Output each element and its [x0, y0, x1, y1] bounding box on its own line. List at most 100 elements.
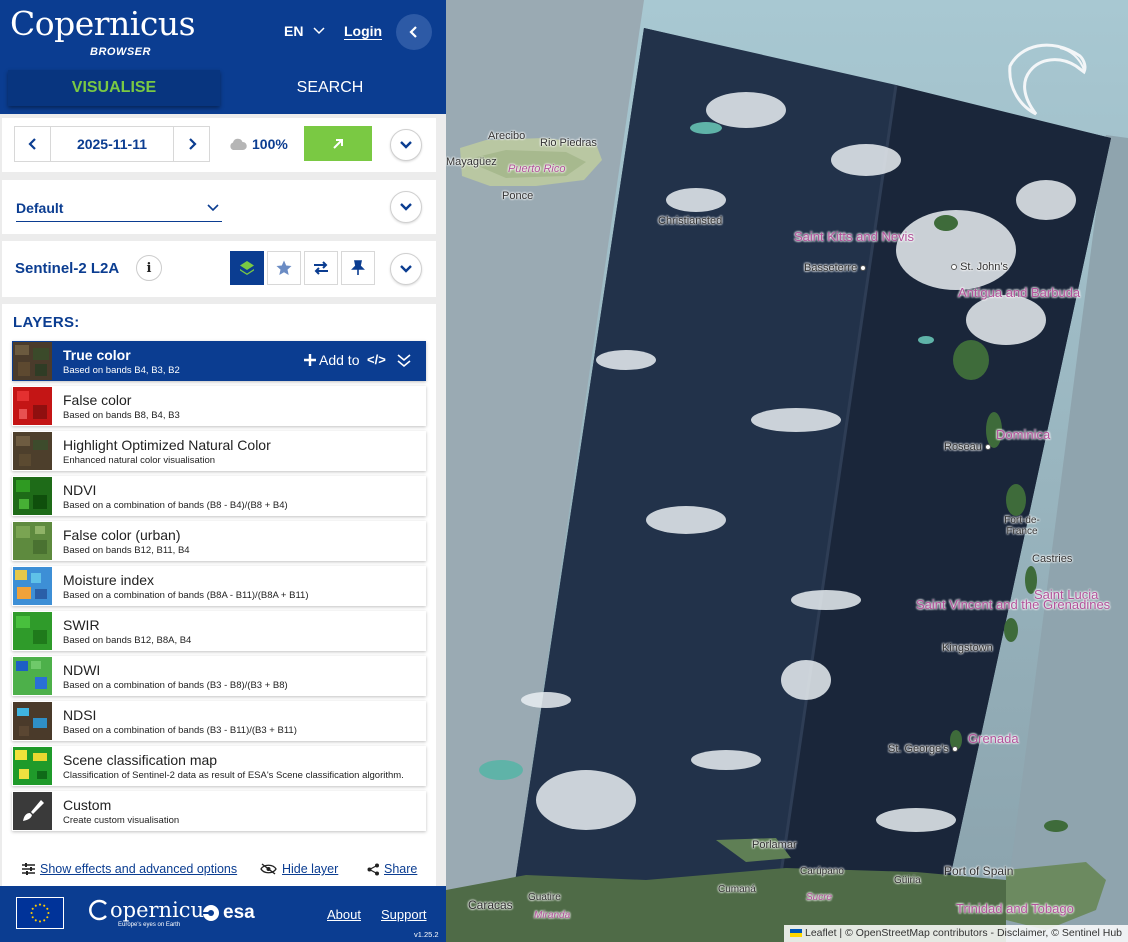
- esa-text: esa: [223, 902, 255, 923]
- highlight-optimized-thumbnail: [13, 432, 52, 470]
- support-link[interactable]: Support: [381, 907, 427, 922]
- dataset-title: Sentinel-2 L2A: [15, 260, 120, 277]
- layer-scene-classification[interactable]: Scene classification map Classification …: [12, 746, 426, 786]
- sidebar: Copernicus BROWSER EN Login VISUALISE SE…: [0, 0, 446, 942]
- add-to-button[interactable]: Add to: [304, 352, 359, 368]
- st-georges-text: St. George's: [888, 743, 949, 755]
- map-view[interactable]: Arecibo Rio Piedras Mayagüez Puerto Rico…: [446, 0, 1128, 942]
- layer-swir[interactable]: SWIR Based on bands B12, B8A, B4: [12, 611, 426, 651]
- city-dot-icon: [951, 264, 957, 271]
- eye-slash-icon: [260, 863, 277, 875]
- layer-moisture-index[interactable]: Moisture index Based on a combination of…: [12, 566, 426, 606]
- copernicus-swirl-icon: [89, 899, 107, 921]
- login-link[interactable]: Login: [344, 23, 383, 40]
- false-color-urban-thumbnail: [13, 522, 52, 560]
- compare-button[interactable]: [304, 251, 338, 285]
- cloud-coverage[interactable]: 100%: [228, 136, 288, 152]
- map-label-arecibo: Arecibo: [488, 130, 526, 142]
- logo-text: Copernicus: [10, 4, 196, 43]
- map-label-ponce: Ponce: [502, 190, 534, 202]
- dataset-panel: Sentinel-2 L2A i: [2, 241, 436, 297]
- layer-name: SWIR: [63, 617, 100, 633]
- map-label-puerto-rico: Puerto Rico: [508, 163, 566, 175]
- layer-desc: Based on a combination of bands (B8 - B4…: [63, 500, 288, 511]
- share-link[interactable]: Share: [367, 862, 417, 876]
- swir-thumbnail: [13, 612, 52, 650]
- cloud-coverage-value: 100%: [252, 136, 288, 152]
- scene-classification-thumbnail: [13, 747, 52, 785]
- ndwi-thumbnail: [13, 657, 52, 695]
- layers-title: LAYERS:: [13, 314, 80, 331]
- layer-false-color-urban[interactable]: False color (urban) Based on bands B12, …: [12, 521, 426, 561]
- info-icon[interactable]: i: [136, 255, 162, 281]
- layer-ndsi[interactable]: NDSI Based on a combination of bands (B3…: [12, 701, 426, 741]
- map-label-porlamar: Porlamar: [752, 839, 797, 851]
- map-label-caracas: Caracas: [468, 898, 513, 912]
- map-label-grenada: Grenada: [968, 731, 1019, 746]
- collapse-sidebar-button[interactable]: [396, 14, 432, 50]
- logo-sub: BROWSER: [90, 46, 151, 58]
- open-external-button[interactable]: [304, 126, 372, 161]
- layer-custom[interactable]: Custom Create custom visualisation: [12, 791, 426, 831]
- theme-selected: Default: [16, 199, 64, 216]
- layer-name: NDSI: [63, 707, 97, 723]
- pin-button[interactable]: [341, 251, 375, 285]
- hide-layer-link[interactable]: Hide layer: [260, 862, 338, 876]
- layers-button[interactable]: [230, 251, 264, 285]
- layer-ndvi[interactable]: NDVI Based on a combination of bands (B8…: [12, 476, 426, 516]
- language-selector[interactable]: EN: [284, 23, 325, 39]
- star-icon: [276, 260, 292, 275]
- layer-desc: Classification of Sentinel-2 data as res…: [63, 770, 404, 781]
- hide-layer-label: Hide layer: [282, 862, 339, 876]
- copernicus-browser-logo[interactable]: Copernicus BROWSER: [10, 4, 196, 59]
- expand-dataset-panel-button[interactable]: [390, 253, 422, 285]
- map-label-basseterre: Basseterre: [804, 262, 867, 274]
- next-date-button[interactable]: [173, 127, 209, 161]
- layer-name: NDVI: [63, 482, 97, 498]
- layer-desc: Based on bands B8, B4, B3: [63, 410, 180, 421]
- map-label-carupano: Carúpano: [800, 866, 844, 877]
- chevron-left-icon: [27, 138, 36, 150]
- show-effects-link[interactable]: Show effects and advanced options: [22, 862, 237, 876]
- copernicus-eagle-watermark: [1008, 43, 1087, 116]
- layer-ndwi[interactable]: NDWI Based on a combination of bands (B3…: [12, 656, 426, 696]
- swap-arrows-icon: [314, 261, 328, 275]
- map-label-miranda: Miranda: [534, 910, 571, 921]
- about-link[interactable]: About: [327, 907, 361, 922]
- plus-icon: [304, 354, 316, 366]
- share-icon: [367, 863, 379, 875]
- double-chevron-down-icon[interactable]: [396, 352, 412, 368]
- show-effects-label: Show effects and advanced options: [40, 862, 238, 876]
- map-label-guatire: Guatire: [528, 892, 561, 903]
- top-bar: Copernicus BROWSER EN Login VISUALISE SE…: [0, 0, 446, 114]
- layer-highlight-optimized[interactable]: Highlight Optimized Natural Color Enhanc…: [12, 431, 426, 471]
- map-label-christiansted: Christiansted: [658, 215, 723, 227]
- tab-search[interactable]: SEARCH: [220, 70, 440, 106]
- date-value[interactable]: 2025-11-11: [52, 127, 172, 161]
- layer-false-color[interactable]: False color Based on bands B8, B4, B3: [12, 386, 426, 426]
- map-label-saint-kitts: Saint Kitts and Nevis: [794, 229, 914, 244]
- layer-actions-bar: Show effects and advanced options Hide l…: [2, 848, 436, 888]
- code-icon[interactable]: </>: [367, 352, 386, 367]
- st-johns-text: St. John's: [960, 261, 1009, 273]
- theme-select[interactable]: Default: [16, 194, 222, 222]
- tab-visualise[interactable]: VISUALISE: [8, 70, 220, 106]
- date-picker: 2025-11-11: [14, 126, 210, 162]
- esa-logo: esa: [202, 902, 255, 924]
- layer-name: Moisture index: [63, 572, 155, 588]
- map-label-port-of-spain: Port of Spain: [944, 864, 1014, 878]
- layer-name: False color (urban): [63, 527, 181, 543]
- layer-true-color[interactable]: True color Based on bands B4, B3, B2 Add…: [12, 341, 426, 381]
- layer-name: Highlight Optimized Natural Color: [63, 437, 271, 453]
- expand-date-panel-button[interactable]: [390, 129, 422, 161]
- roseau-text: Roseau: [944, 441, 982, 453]
- map-label-kingstown: Kingstown: [942, 642, 993, 654]
- previous-date-button[interactable]: [15, 127, 51, 161]
- pin-icon: [351, 260, 365, 275]
- expand-theme-panel-button[interactable]: [390, 191, 422, 223]
- attribution-text[interactable]: Leaflet | © OpenStreetMap contributors -…: [805, 927, 1122, 939]
- false-color-thumbnail: [13, 387, 52, 425]
- chevron-down-icon: [400, 265, 412, 273]
- map-label-trinidad: Trinidad and Tobago: [956, 901, 1074, 916]
- favourites-button[interactable]: [267, 251, 301, 285]
